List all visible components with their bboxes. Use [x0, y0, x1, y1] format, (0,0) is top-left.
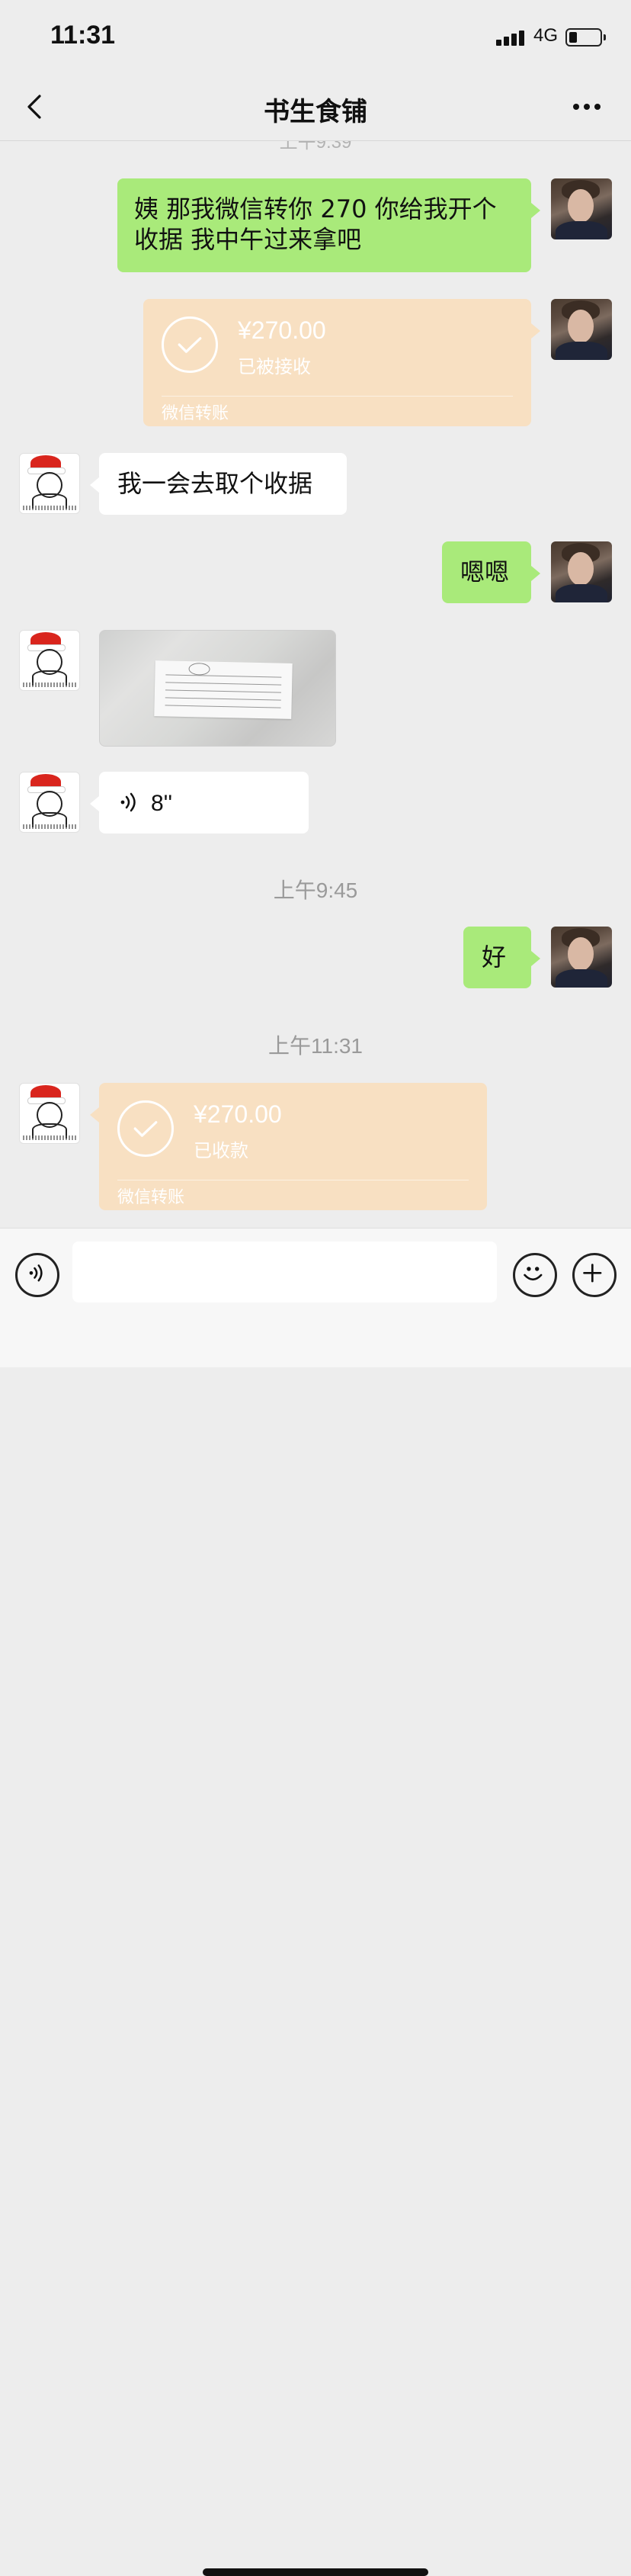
voice-icon	[120, 792, 136, 812]
chat-input[interactable]	[72, 1241, 497, 1302]
emoji-button[interactable]	[513, 1253, 557, 1297]
message-bubble-sent[interactable]: 姨 那我微信转你 270 你给我开个收据 我中午过来拿吧	[117, 178, 540, 272]
transfer-footer-label: 微信转账	[162, 404, 229, 423]
navigation-bar: 书生食铺	[0, 76, 631, 141]
avatar[interactable]	[19, 1083, 80, 1144]
message-text: 嗯嗯	[460, 557, 510, 586]
transfer-footer-label: 微信转账	[117, 1188, 185, 1207]
message-bubble-received[interactable]: 我一会去取个收据	[90, 453, 347, 515]
message-bubble-sent[interactable]: 嗯嗯	[442, 541, 540, 603]
avatar[interactable]	[19, 453, 80, 514]
battery-icon	[565, 28, 606, 47]
avatar[interactable]	[19, 772, 80, 833]
message-text: 姨 那我微信转你 270 你给我开个收据 我中午过来拿吧	[134, 194, 497, 254]
signal-icon	[496, 27, 527, 46]
voice-duration: 8''	[151, 791, 173, 816]
voice-message[interactable]: 8''	[90, 772, 309, 834]
avatar[interactable]	[19, 630, 80, 691]
chat-bottom-fade	[0, 1209, 631, 1228]
message-text: 我一会去取个收据	[117, 469, 313, 498]
transfer-card-received[interactable]: ¥270.00 已收款 微信转账	[90, 1083, 487, 1210]
message-bubble-sent[interactable]: 好	[463, 927, 540, 988]
transfer-status: 已被接收	[238, 356, 311, 377]
more-icon[interactable]	[570, 92, 604, 122]
message-text: 好	[482, 943, 507, 972]
image-message[interactable]	[99, 630, 336, 747]
input-bar	[0, 1228, 631, 2576]
emoji-icon	[524, 1267, 543, 1281]
transfer-status: 已收款	[194, 1140, 248, 1161]
voice-button[interactable]	[15, 1253, 59, 1297]
chat-title: 书生食铺	[264, 97, 367, 127]
check-circle-icon	[117, 1100, 174, 1157]
timestamp: 上午9:45	[273, 878, 358, 902]
check-circle-icon	[162, 316, 218, 373]
receipt-image	[154, 660, 293, 719]
transfer-amount: ¥270.00	[194, 1100, 282, 1128]
status-time: 11:31	[50, 21, 116, 50]
network-label: 4G	[533, 25, 559, 46]
transfer-amount: ¥270.00	[238, 316, 326, 344]
avatar[interactable]	[551, 927, 612, 988]
avatar[interactable]	[551, 299, 612, 360]
timestamp: 上午11:31	[268, 1034, 363, 1058]
plus-button[interactable]	[572, 1253, 617, 1297]
avatar[interactable]	[551, 541, 612, 602]
plus-icon	[583, 1264, 602, 1283]
voice-icon	[29, 1264, 43, 1282]
transfer-divider	[162, 396, 513, 397]
home-indicator	[203, 2568, 428, 2576]
transfer-card-sent[interactable]: ¥270.00 已被接收 微信转账	[143, 299, 540, 426]
avatar[interactable]	[551, 178, 612, 239]
status-bar: 11:31 4G	[0, 0, 631, 76]
